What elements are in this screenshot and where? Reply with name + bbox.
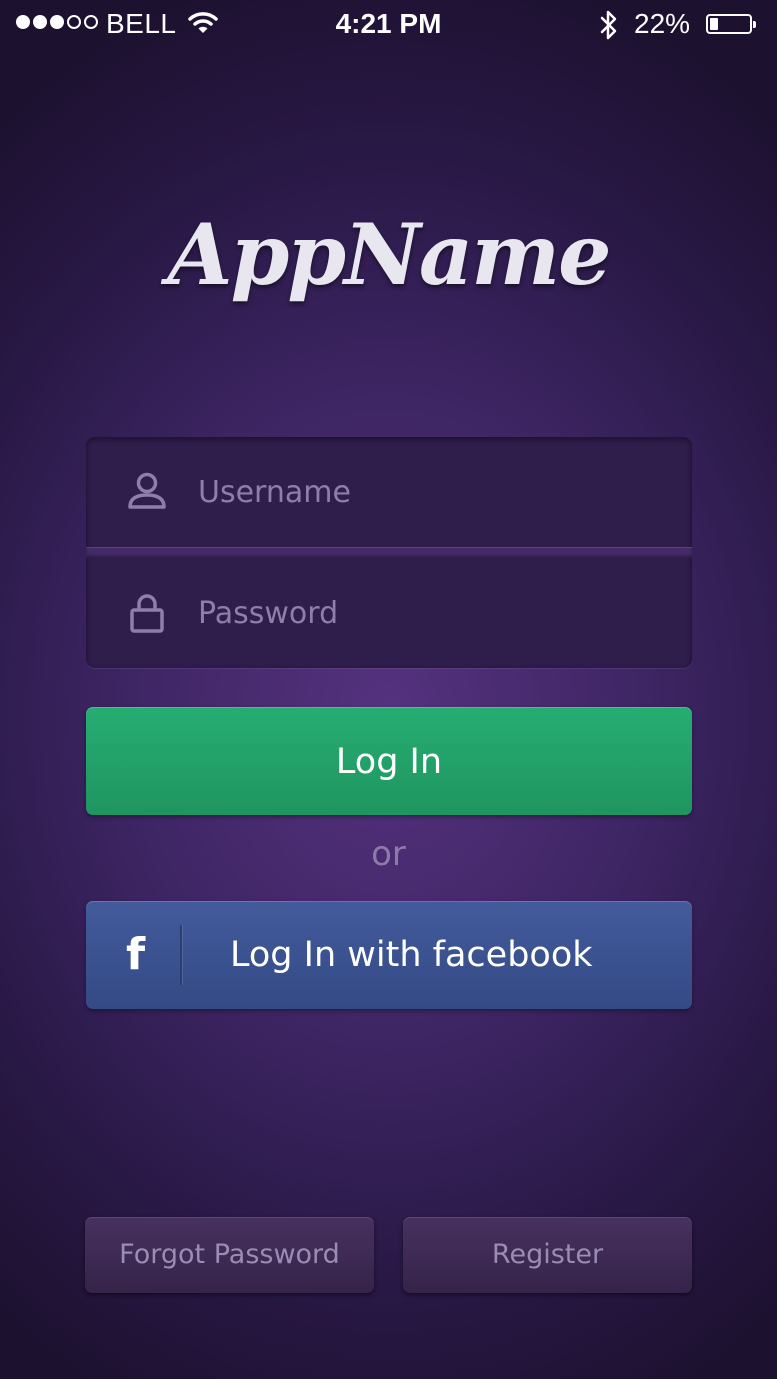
field-divider: [86, 547, 692, 558]
battery-percent: 22%: [634, 8, 691, 39]
or-separator: or: [371, 834, 406, 874]
register-button[interactable]: Register: [403, 1217, 692, 1293]
lock-icon: [126, 592, 168, 638]
forgot-password-button[interactable]: Forgot Password: [85, 1217, 374, 1293]
login-button[interactable]: Log In: [86, 707, 692, 815]
facebook-login-label: Log In with facebook: [230, 935, 593, 975]
password-input[interactable]: [198, 558, 668, 668]
battery-icon: [706, 14, 756, 34]
button-divider: [180, 925, 182, 985]
login-form: [86, 437, 692, 668]
username-field: [86, 437, 692, 547]
password-field: [86, 558, 692, 668]
user-icon: [126, 471, 168, 515]
facebook-login-button[interactable]: f Log In with facebook: [86, 901, 692, 1009]
battery-level: [710, 18, 718, 30]
status-bar: BELL 4:21 PM 22%: [0, 0, 777, 50]
app-logo: AppName: [167, 205, 611, 304]
bluetooth-icon: [598, 9, 620, 48]
username-input[interactable]: [198, 437, 668, 547]
facebook-icon: f: [126, 929, 146, 980]
